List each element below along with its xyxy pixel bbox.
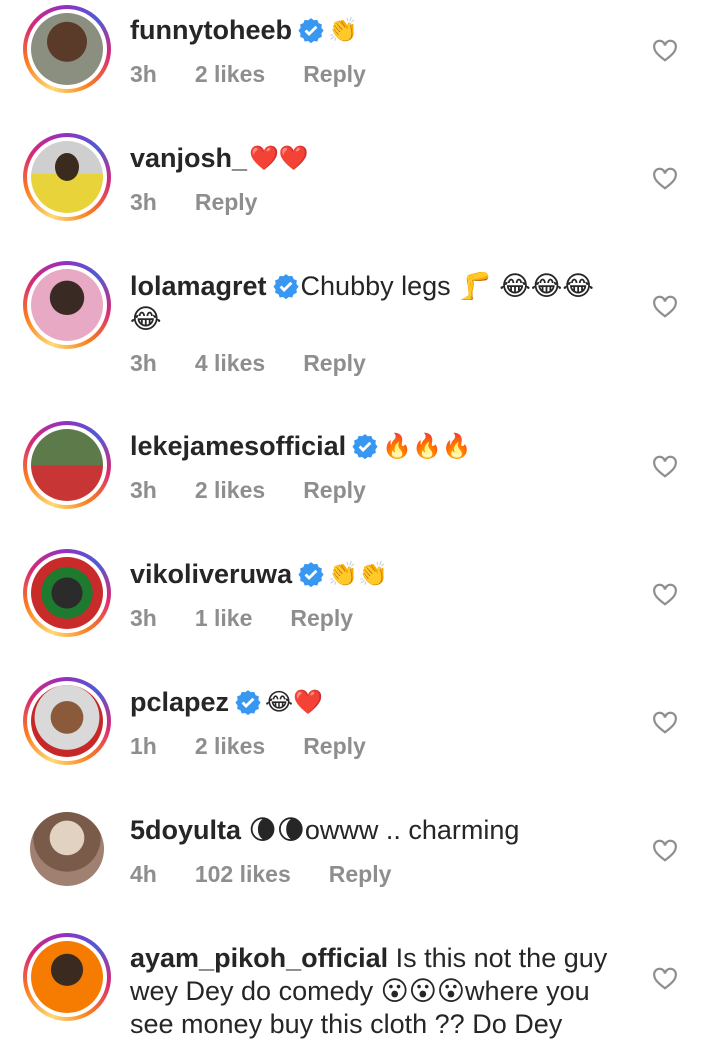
like-heart-icon[interactable]: [652, 710, 678, 734]
avatar[interactable]: [23, 5, 111, 93]
like-heart-icon[interactable]: [652, 582, 678, 606]
comment-time: 3h: [130, 350, 157, 376]
comment-username[interactable]: pclapez: [130, 687, 229, 717]
verified-badge-icon: [298, 562, 324, 587]
comment-time: 3h: [130, 61, 157, 87]
reply-button[interactable]: Reply: [303, 350, 366, 376]
comment-username[interactable]: vikoliveruwa: [130, 559, 292, 589]
avatar[interactable]: [23, 933, 111, 1021]
comment-text: 😂❤️: [265, 688, 323, 716]
reply-button[interactable]: Reply: [303, 733, 366, 759]
comment-likes[interactable]: 2 likes: [195, 477, 265, 503]
comment-likes[interactable]: 4 likes: [195, 350, 265, 376]
comment-username[interactable]: funnytoheeb: [130, 15, 292, 45]
comment-text: 🔥🔥🔥: [382, 432, 472, 460]
comment-time: 3h: [130, 477, 157, 503]
verified-badge-icon: [352, 434, 378, 459]
comment-time: 3h: [130, 189, 157, 215]
comment-time: 3h: [130, 605, 157, 631]
like-heart-icon[interactable]: [652, 166, 678, 190]
comment-text: ❤️❤️: [249, 144, 309, 172]
avatar[interactable]: [23, 677, 111, 765]
like-heart-icon[interactable]: [652, 966, 678, 990]
comment-username[interactable]: vanjosh_: [130, 143, 247, 173]
comment-username[interactable]: 5doyulta: [130, 815, 241, 845]
avatar[interactable]: [23, 549, 111, 637]
comment-text: 👏: [328, 16, 358, 44]
comment-likes[interactable]: 102 likes: [195, 861, 291, 887]
comment-username[interactable]: lekejamesofficial: [130, 431, 346, 461]
like-heart-icon[interactable]: [652, 838, 678, 862]
reply-button[interactable]: Reply: [195, 189, 258, 215]
verified-badge-icon: [298, 18, 324, 43]
avatar[interactable]: [23, 261, 111, 349]
avatar[interactable]: [23, 421, 111, 509]
reply-button[interactable]: Reply: [303, 61, 366, 87]
like-heart-icon[interactable]: [652, 454, 678, 478]
avatar[interactable]: [23, 805, 111, 893]
comment-likes[interactable]: 2 likes: [195, 733, 265, 759]
reply-button[interactable]: Reply: [290, 605, 353, 631]
comment-likes[interactable]: 1 like: [195, 605, 253, 631]
reply-button[interactable]: Reply: [303, 477, 366, 503]
comment-text: 🌘🌘owww .. charming: [248, 815, 520, 845]
like-heart-icon[interactable]: [652, 294, 678, 318]
comment-time: 4h: [130, 861, 157, 887]
comment-time: 1h: [130, 733, 157, 759]
reply-button[interactable]: Reply: [329, 861, 392, 887]
comment-text: 👏👏: [328, 560, 388, 588]
verified-badge-icon: [272, 274, 299, 299]
verified-badge-icon: [235, 690, 261, 715]
comment-username[interactable]: lolamagret: [130, 271, 267, 301]
avatar[interactable]: [23, 133, 111, 221]
comment-username[interactable]: ayam_pikoh_official: [130, 943, 388, 973]
like-heart-icon[interactable]: [652, 38, 678, 62]
comment-likes[interactable]: 2 likes: [195, 61, 265, 87]
